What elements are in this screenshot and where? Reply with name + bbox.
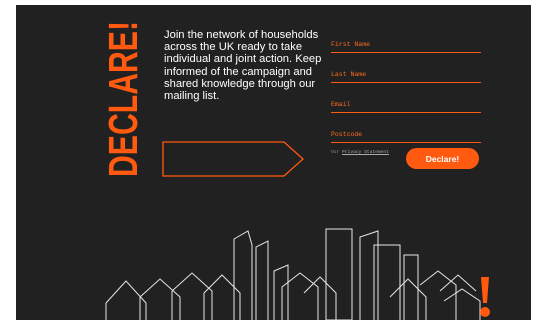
declare-submit-button[interactable]: Declare! (406, 148, 479, 169)
postcode-field[interactable] (331, 131, 479, 138)
wordmark-text: DECLARE! (104, 21, 144, 177)
postcode-field-wrap (331, 113, 481, 143)
signup-panel: DECLARE! Join the network of households … (16, 5, 531, 320)
privacy-prefix: Our (331, 150, 340, 155)
declare-wordmark: DECLARE! (104, 21, 144, 177)
skyline-illustration (105, 228, 490, 320)
email-field-wrap (331, 83, 481, 113)
last-name-field[interactable] (331, 71, 479, 78)
email-field[interactable] (331, 101, 479, 108)
privacy-statement-link[interactable]: Privacy Statement (342, 150, 389, 155)
first-name-field-wrap (331, 23, 481, 53)
exclamation-icon (480, 277, 490, 317)
intro-text: Join the network of households across th… (164, 29, 322, 103)
first-name-field[interactable] (331, 41, 479, 48)
mailing-list-form (331, 23, 481, 143)
arrow-right-outline-icon[interactable] (162, 141, 304, 177)
last-name-field-wrap (331, 53, 481, 83)
privacy-note: Our Privacy Statement (331, 150, 389, 155)
